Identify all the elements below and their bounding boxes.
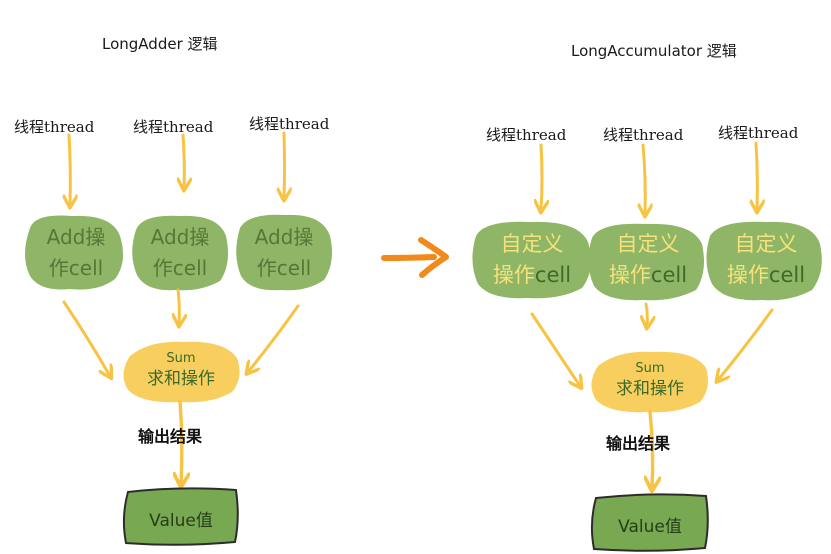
left-thread-arrow-1 <box>69 133 70 205</box>
right-value-label: Value值 <box>618 517 682 537</box>
left-thread-arrow-2 <box>183 133 184 188</box>
right-sum-title: Sum <box>635 361 665 376</box>
left-sum-text: Sum 求和操作 <box>130 350 232 390</box>
left-thread-label-1-cn: 线程 <box>14 118 45 136</box>
right-converge-arrow-2 <box>646 302 647 326</box>
transition-arrow <box>381 237 449 278</box>
left-sum-subtitle: 求和操作 <box>147 369 215 389</box>
right-converge-arrow-3 <box>718 308 774 380</box>
right-thread-arrow-3 <box>756 141 757 210</box>
left-thread-label-2-en: thread <box>163 118 214 136</box>
right-cell-3-line1: 自定义 <box>734 232 798 256</box>
left-thread-label-2-cn: 线程 <box>133 118 164 136</box>
left-cell-2-line1: Add操 <box>150 225 210 249</box>
right-sum-text: Sum 求和操作 <box>598 360 702 400</box>
left-cell-text-2: Add操作cell <box>142 222 218 284</box>
right-cell-2-line1: 自定义 <box>616 232 680 256</box>
left-thread-arrows <box>69 131 285 205</box>
right-cell-1-line1: 自定义 <box>500 232 564 256</box>
left-thread-label-1: 线程thread <box>14 116 94 137</box>
left-thread-label-2: 线程thread <box>133 116 213 137</box>
left-thread-label-3-en: thread <box>279 115 330 133</box>
diagram-canvas <box>25 131 822 552</box>
left-cell-text-1: Add操作cell <box>38 222 114 284</box>
left-result-label: 输出结果 <box>138 427 203 446</box>
right-thread-label-3: 线程thread <box>718 122 798 143</box>
left-thread-arrow-3 <box>284 131 285 198</box>
right-thread-label-1-cn: 线程 <box>486 126 517 144</box>
left-cell-1-line1: Add操 <box>46 225 106 249</box>
left-cell-3-line1: Add操 <box>254 225 314 249</box>
left-thread-label-3: 线程thread <box>249 113 329 134</box>
left-cell-2-line2: 作cell <box>152 256 208 280</box>
right-cell-2-line2: 操作cell <box>608 263 688 287</box>
right-thread-label-1: 线程thread <box>486 124 566 145</box>
right-cell-1-line2: 操作cell <box>492 263 572 287</box>
right-thread-label-1-en: thread <box>516 126 567 144</box>
right-result-label: 输出结果 <box>606 434 671 453</box>
right-thread-label-2-cn: 线程 <box>603 126 634 144</box>
right-cell-3-line2: 操作cell <box>726 263 806 287</box>
right-title: LongAccumulator 逻辑 <box>571 42 737 60</box>
right-cell-text-1: 自定义操作cell <box>480 229 584 291</box>
left-cell-1-line2: 作cell <box>48 256 104 280</box>
right-thread-label-3-cn: 线程 <box>718 124 749 142</box>
right-converge-arrow-1 <box>530 312 580 386</box>
right-thread-arrows <box>541 141 757 214</box>
right-thread-label-3-en: thread <box>748 124 799 142</box>
right-cell-text-2: 自定义操作cell <box>596 229 700 291</box>
left-converge-arrow-2 <box>178 288 179 324</box>
left-thread-label-3-cn: 线程 <box>249 115 280 133</box>
right-thread-label-2: 线程thread <box>603 124 683 145</box>
left-value-label: Value值 <box>149 511 213 531</box>
left-thread-label-1-en: thread <box>44 118 95 136</box>
left-sum-title: Sum <box>166 351 196 366</box>
right-thread-arrow-2 <box>643 143 645 214</box>
left-converge-arrow-3 <box>248 304 300 372</box>
left-title: LongAdder 逻辑 <box>102 35 218 53</box>
left-cell-text-3: Add操作cell <box>246 222 322 284</box>
left-cell-3-line2: 作cell <box>256 256 312 280</box>
right-cell-text-3: 自定义操作cell <box>714 229 818 291</box>
right-thread-arrow-1 <box>541 143 542 210</box>
left-converge-arrow-1 <box>62 300 110 376</box>
right-sum-subtitle: 求和操作 <box>616 379 684 399</box>
right-thread-label-2-en: thread <box>633 126 684 144</box>
